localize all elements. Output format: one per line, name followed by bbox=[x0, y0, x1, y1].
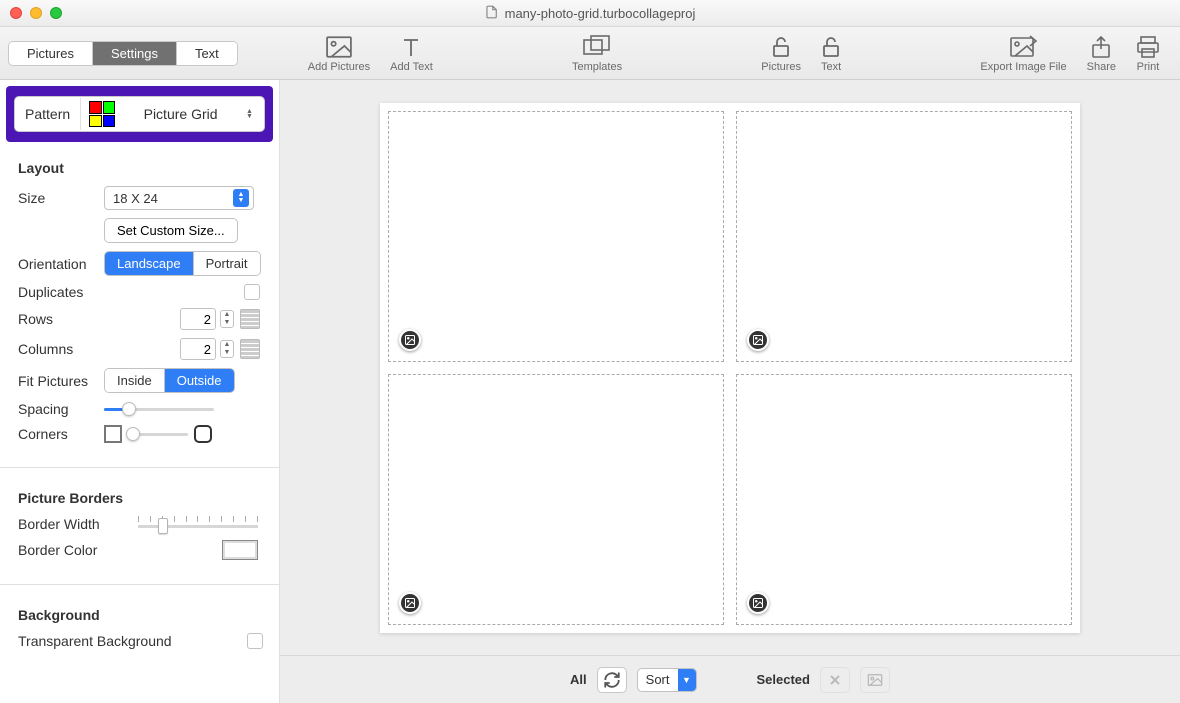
templates-icon bbox=[583, 33, 611, 61]
pattern-label: Pattern bbox=[15, 98, 81, 130]
close-window[interactable] bbox=[10, 7, 22, 19]
text-icon bbox=[401, 33, 421, 61]
chevron-down-icon: ▼ bbox=[678, 669, 696, 691]
spacing-slider[interactable] bbox=[104, 408, 214, 411]
all-label: All bbox=[570, 672, 587, 687]
sort-button[interactable]: Sort ▼ bbox=[637, 668, 697, 692]
tab-text[interactable]: Text bbox=[177, 42, 237, 65]
corners-label: Corners bbox=[18, 426, 104, 442]
window-title-text: many-photo-grid.turbocollageproj bbox=[505, 6, 696, 21]
collage-canvas[interactable] bbox=[380, 103, 1080, 633]
document-icon bbox=[485, 5, 499, 22]
selected-label: Selected bbox=[757, 672, 810, 687]
border-width-slider[interactable] bbox=[138, 516, 258, 532]
add-image-badge[interactable] bbox=[399, 592, 421, 614]
window-controls bbox=[10, 7, 62, 19]
stepper-arrows[interactable]: ▲▼ bbox=[220, 310, 234, 328]
pattern-selector[interactable]: Pattern Picture Grid ▲▼ bbox=[14, 96, 265, 132]
export-button[interactable]: Export Image File bbox=[970, 33, 1076, 73]
pattern-selector-highlight: Pattern Picture Grid ▲▼ bbox=[6, 86, 273, 142]
share-icon bbox=[1091, 33, 1111, 61]
tab-settings[interactable]: Settings bbox=[93, 42, 177, 65]
minimize-window[interactable] bbox=[30, 7, 42, 19]
edit-selected-button[interactable] bbox=[860, 667, 890, 693]
corners-square-icon bbox=[104, 425, 122, 443]
grid-preview-icon bbox=[240, 309, 260, 329]
rows-label: Rows bbox=[18, 311, 104, 327]
image-plus-icon bbox=[326, 33, 352, 61]
export-icon bbox=[1010, 33, 1038, 61]
unlock-icon bbox=[771, 33, 791, 61]
pattern-grid-icon bbox=[89, 101, 115, 127]
border-color-well[interactable] bbox=[222, 540, 258, 560]
transparent-bg-checkbox[interactable] bbox=[247, 633, 263, 649]
zoom-window[interactable] bbox=[50, 7, 62, 19]
sidebar-tabs: Pictures Settings Text bbox=[8, 41, 238, 66]
spacing-label: Spacing bbox=[18, 401, 104, 417]
lock-text-button[interactable]: Text bbox=[811, 33, 851, 73]
shuffle-button[interactable] bbox=[597, 667, 627, 693]
window-title: many-photo-grid.turbocollageproj bbox=[485, 5, 696, 22]
templates-button[interactable]: Templates bbox=[562, 33, 632, 73]
fit-outside[interactable]: Outside bbox=[165, 369, 234, 392]
add-text-button[interactable]: Add Text bbox=[380, 33, 443, 73]
add-pictures-button[interactable]: Add Pictures bbox=[298, 33, 380, 73]
fit-label: Fit Pictures bbox=[18, 373, 104, 389]
stepper-arrows[interactable]: ▲▼ bbox=[220, 340, 234, 358]
toolbar: Pictures Settings Text Add Pictures Add … bbox=[0, 27, 1180, 80]
duplicates-label: Duplicates bbox=[18, 284, 104, 300]
size-label: Size bbox=[18, 190, 104, 206]
custom-size-button[interactable]: Set Custom Size... bbox=[104, 218, 238, 243]
borders-heading: Picture Borders bbox=[18, 490, 263, 506]
columns-input[interactable] bbox=[180, 338, 216, 360]
collage-cell[interactable] bbox=[736, 374, 1072, 625]
settings-sidebar: Pattern Picture Grid ▲▼ Layout Size 18 X… bbox=[0, 80, 280, 703]
collage-cell[interactable] bbox=[388, 111, 724, 362]
border-width-label: Border Width bbox=[18, 516, 138, 532]
corners-round-icon bbox=[194, 425, 212, 443]
pattern-value: Picture Grid bbox=[125, 106, 236, 122]
rows-input[interactable] bbox=[180, 308, 216, 330]
orientation-toggle: Landscape Portrait bbox=[104, 251, 261, 276]
tab-pictures[interactable]: Pictures bbox=[9, 42, 93, 65]
columns-stepper[interactable]: ▲▼ bbox=[180, 338, 234, 360]
grid-preview-icon bbox=[240, 339, 260, 359]
chevron-updown-icon: ▲▼ bbox=[246, 109, 256, 119]
delete-selected-button[interactable] bbox=[820, 667, 850, 693]
fit-inside[interactable]: Inside bbox=[105, 369, 165, 392]
fit-toggle: Inside Outside bbox=[104, 368, 235, 393]
size-select[interactable]: 18 X 24 ▲▼ bbox=[104, 186, 254, 210]
add-image-badge[interactable] bbox=[747, 329, 769, 351]
orientation-label: Orientation bbox=[18, 256, 104, 272]
add-image-badge[interactable] bbox=[747, 592, 769, 614]
bottom-bar: All Sort ▼ Selected bbox=[280, 655, 1180, 703]
columns-label: Columns bbox=[18, 341, 104, 357]
transparent-bg-label: Transparent Background bbox=[18, 633, 198, 649]
print-icon bbox=[1136, 33, 1160, 61]
border-color-label: Border Color bbox=[18, 542, 138, 558]
unlock-icon bbox=[821, 33, 841, 61]
share-button[interactable]: Share bbox=[1077, 33, 1126, 73]
orientation-landscape[interactable]: Landscape bbox=[105, 252, 194, 275]
duplicates-checkbox[interactable] bbox=[244, 284, 260, 300]
lock-pictures-button[interactable]: Pictures bbox=[751, 33, 811, 73]
background-heading: Background bbox=[18, 607, 263, 623]
rows-stepper[interactable]: ▲▼ bbox=[180, 308, 234, 330]
chevron-updown-icon: ▲▼ bbox=[233, 189, 249, 207]
add-image-badge[interactable] bbox=[399, 329, 421, 351]
print-button[interactable]: Print bbox=[1126, 33, 1170, 73]
layout-heading: Layout bbox=[18, 160, 263, 176]
titlebar: many-photo-grid.turbocollageproj bbox=[0, 0, 1180, 27]
canvas-area: All Sort ▼ Selected bbox=[280, 80, 1180, 703]
collage-cell[interactable] bbox=[736, 111, 1072, 362]
corners-slider[interactable] bbox=[128, 433, 188, 436]
collage-cell[interactable] bbox=[388, 374, 724, 625]
orientation-portrait[interactable]: Portrait bbox=[194, 252, 260, 275]
